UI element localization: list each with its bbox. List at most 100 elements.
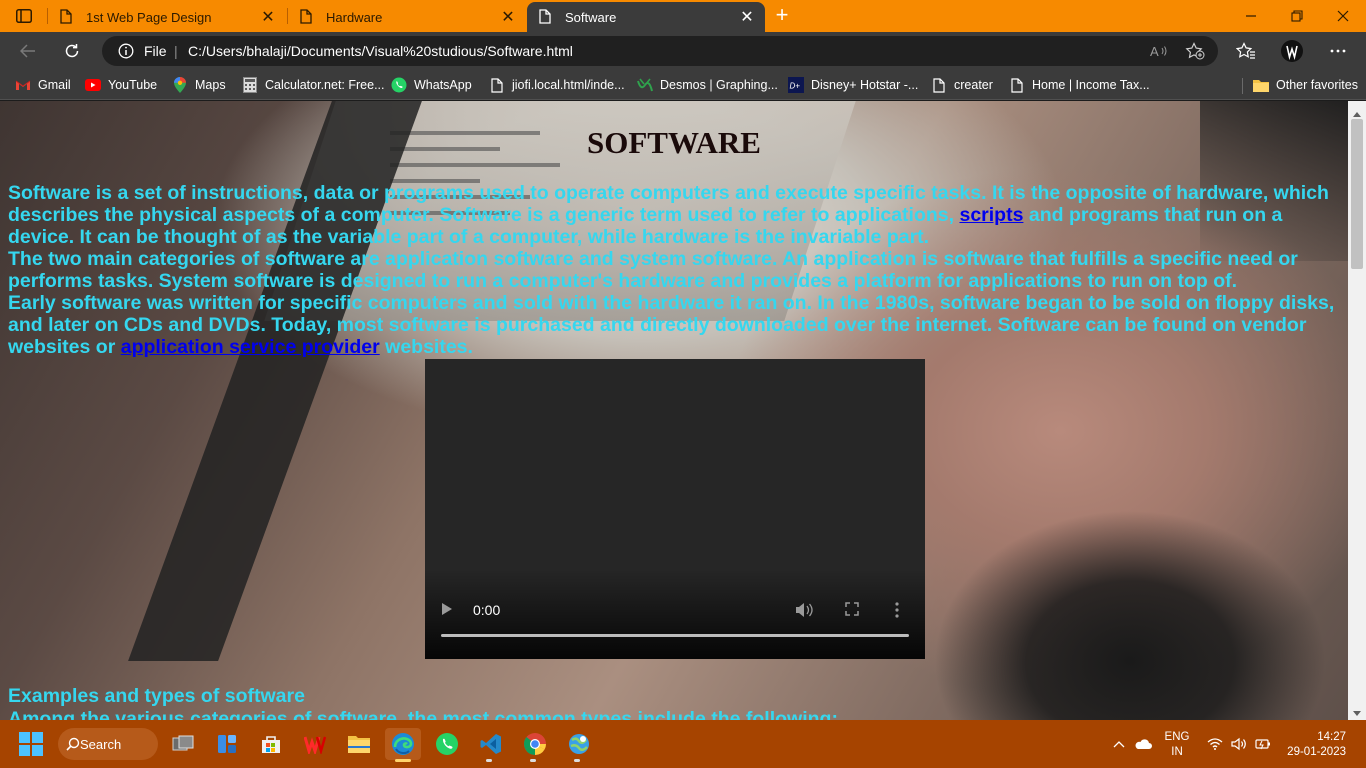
paragraph-text: websites.: [379, 336, 473, 358]
other-favorites-label: Other favorites: [1276, 78, 1358, 92]
tab-actions-icon[interactable]: [10, 6, 38, 26]
tab-title: Hardware: [326, 9, 383, 25]
favorite-creater[interactable]: creater: [931, 75, 993, 95]
other-favorites-folder[interactable]: Other favorites: [1253, 75, 1358, 95]
whatsapp-icon[interactable]: [429, 728, 465, 760]
minimize-icon[interactable]: [1228, 0, 1274, 32]
page-scrollbar[interactable]: [1348, 101, 1366, 720]
folder-icon: [1253, 77, 1269, 93]
refresh-icon[interactable]: [57, 38, 87, 64]
url-text[interactable]: C:/Users/bhalaji/Documents/Visual%20stud…: [188, 43, 573, 59]
calculator-icon: [242, 77, 258, 93]
page-icon: [489, 77, 505, 93]
favorite-whatsapp[interactable]: WhatsApp: [391, 75, 472, 95]
close-tab-icon[interactable]: ✕: [260, 7, 276, 27]
taskbar-search[interactable]: Search: [58, 728, 158, 760]
categories-paragraph: The two main categories of software are …: [8, 248, 1298, 292]
store-icon[interactable]: [253, 728, 289, 760]
tab-1st-web-page-design[interactable]: 1st Web Page Design ✕: [48, 2, 286, 32]
play-icon[interactable]: [441, 602, 455, 618]
favorite-label: Calculator.net: Free...: [265, 78, 385, 92]
favorite-desmos[interactable]: Desmos | Graphing...: [637, 75, 778, 95]
url-scheme-label: File: [144, 43, 167, 59]
video-progress-bar[interactable]: [441, 634, 909, 637]
wifi-icon[interactable]: [1204, 720, 1226, 768]
address-bar[interactable]: File | C:/Users/bhalaji/Documents/Visual…: [102, 36, 1218, 66]
battery-icon[interactable]: [1252, 720, 1274, 768]
favorites-icon[interactable]: [1231, 38, 1261, 64]
video-menu-icon[interactable]: [895, 602, 907, 620]
maps-icon: [172, 77, 188, 93]
running-indicator: [486, 759, 492, 762]
active-indicator: [395, 759, 411, 762]
scroll-up-icon[interactable]: [1352, 105, 1362, 117]
youtube-icon: [85, 77, 101, 93]
favorite-label: creater: [954, 78, 993, 92]
back-icon[interactable]: [13, 38, 43, 64]
scroll-down-icon[interactable]: [1352, 705, 1362, 716]
more-options-icon[interactable]: [1323, 38, 1353, 64]
page-icon: [300, 9, 314, 25]
tab-hardware[interactable]: Hardware ✕: [288, 2, 526, 32]
file-explorer-icon[interactable]: [341, 728, 377, 760]
search-label: Search: [80, 736, 122, 752]
clock[interactable]: 14:27 29-01-2023: [1280, 730, 1346, 760]
language-region: IN: [1171, 746, 1183, 758]
volume-icon[interactable]: [795, 602, 813, 620]
favorite-hotstar[interactable]: D+ Disney+ Hotstar -...: [788, 75, 918, 95]
scripts-link[interactable]: scripts: [959, 204, 1023, 226]
page-icon: [931, 77, 947, 93]
scrollbar-thumb[interactable]: [1351, 119, 1363, 269]
types-paragraph: Among the various categories of software…: [8, 708, 838, 720]
svg-text:A: A: [1150, 44, 1159, 58]
volume-icon[interactable]: [1228, 720, 1250, 768]
vscode-icon[interactable]: [473, 728, 509, 760]
favorite-label: jiofi.local.html/inde...: [512, 78, 625, 92]
close-tab-icon[interactable]: ✕: [739, 7, 755, 27]
video-player[interactable]: 0:00: [425, 359, 925, 659]
restore-icon[interactable]: [1274, 0, 1320, 32]
task-view-icon[interactable]: [165, 728, 201, 760]
windows-start-icon[interactable]: [19, 732, 43, 756]
tab-title: Software: [565, 9, 617, 25]
page-icon: [60, 9, 74, 25]
input-language[interactable]: ENG IN: [1162, 730, 1192, 760]
profile-avatar[interactable]: [1277, 38, 1307, 64]
search-icon: [66, 737, 80, 751]
onedrive-icon[interactable]: [1132, 720, 1154, 768]
favorite-youtube[interactable]: YouTube: [85, 75, 157, 95]
chrome-icon[interactable]: [517, 728, 553, 760]
favorite-income-tax[interactable]: Home | Income Tax...: [1009, 75, 1150, 95]
hotstar-icon: D+: [788, 77, 804, 93]
show-hidden-icons[interactable]: [1108, 720, 1130, 768]
favorite-calculator[interactable]: Calculator.net: Free...: [242, 75, 385, 95]
read-aloud-icon[interactable]: A: [1148, 41, 1170, 61]
wps-icon[interactable]: [297, 728, 333, 760]
favorite-jiofi[interactable]: jiofi.local.html/inde...: [489, 75, 625, 95]
tab-title: 1st Web Page Design: [86, 9, 212, 25]
browser-toolbar: File | C:/Users/bhalaji/Documents/Visual…: [0, 32, 1366, 70]
application-service-provider-link[interactable]: application service provider: [121, 336, 380, 358]
clock-date: 29-01-2023: [1287, 746, 1346, 758]
add-favorite-icon[interactable]: [1184, 41, 1206, 61]
running-indicator: [530, 759, 536, 762]
favorite-label: Maps: [195, 78, 226, 92]
taskbar: Search ENG IN 14:27 29-01-2023: [0, 720, 1366, 768]
page-icon: [1009, 77, 1025, 93]
info-icon[interactable]: [118, 43, 134, 59]
favorite-maps[interactable]: Maps: [172, 75, 226, 95]
tab-software[interactable]: Software ✕: [527, 2, 765, 32]
widgets-icon[interactable]: [209, 728, 245, 760]
new-tab-button[interactable]: +: [770, 4, 794, 27]
fullscreen-icon[interactable]: [845, 602, 861, 618]
url-divider: |: [174, 43, 178, 59]
intro-paragraph: Software is a set of instructions, data …: [8, 182, 1340, 248]
tab-strip: 1st Web Page Design ✕ Hardware ✕ Softwar…: [0, 0, 1366, 32]
page-title: SOFTWARE: [587, 125, 761, 160]
close-window-icon[interactable]: [1320, 0, 1366, 32]
maps-app-icon[interactable]: [561, 728, 597, 760]
edge-icon[interactable]: [385, 728, 421, 760]
close-tab-icon[interactable]: ✕: [500, 7, 516, 27]
favorite-gmail[interactable]: Gmail: [15, 75, 71, 95]
examples-heading: Examples and types of software: [8, 685, 305, 707]
